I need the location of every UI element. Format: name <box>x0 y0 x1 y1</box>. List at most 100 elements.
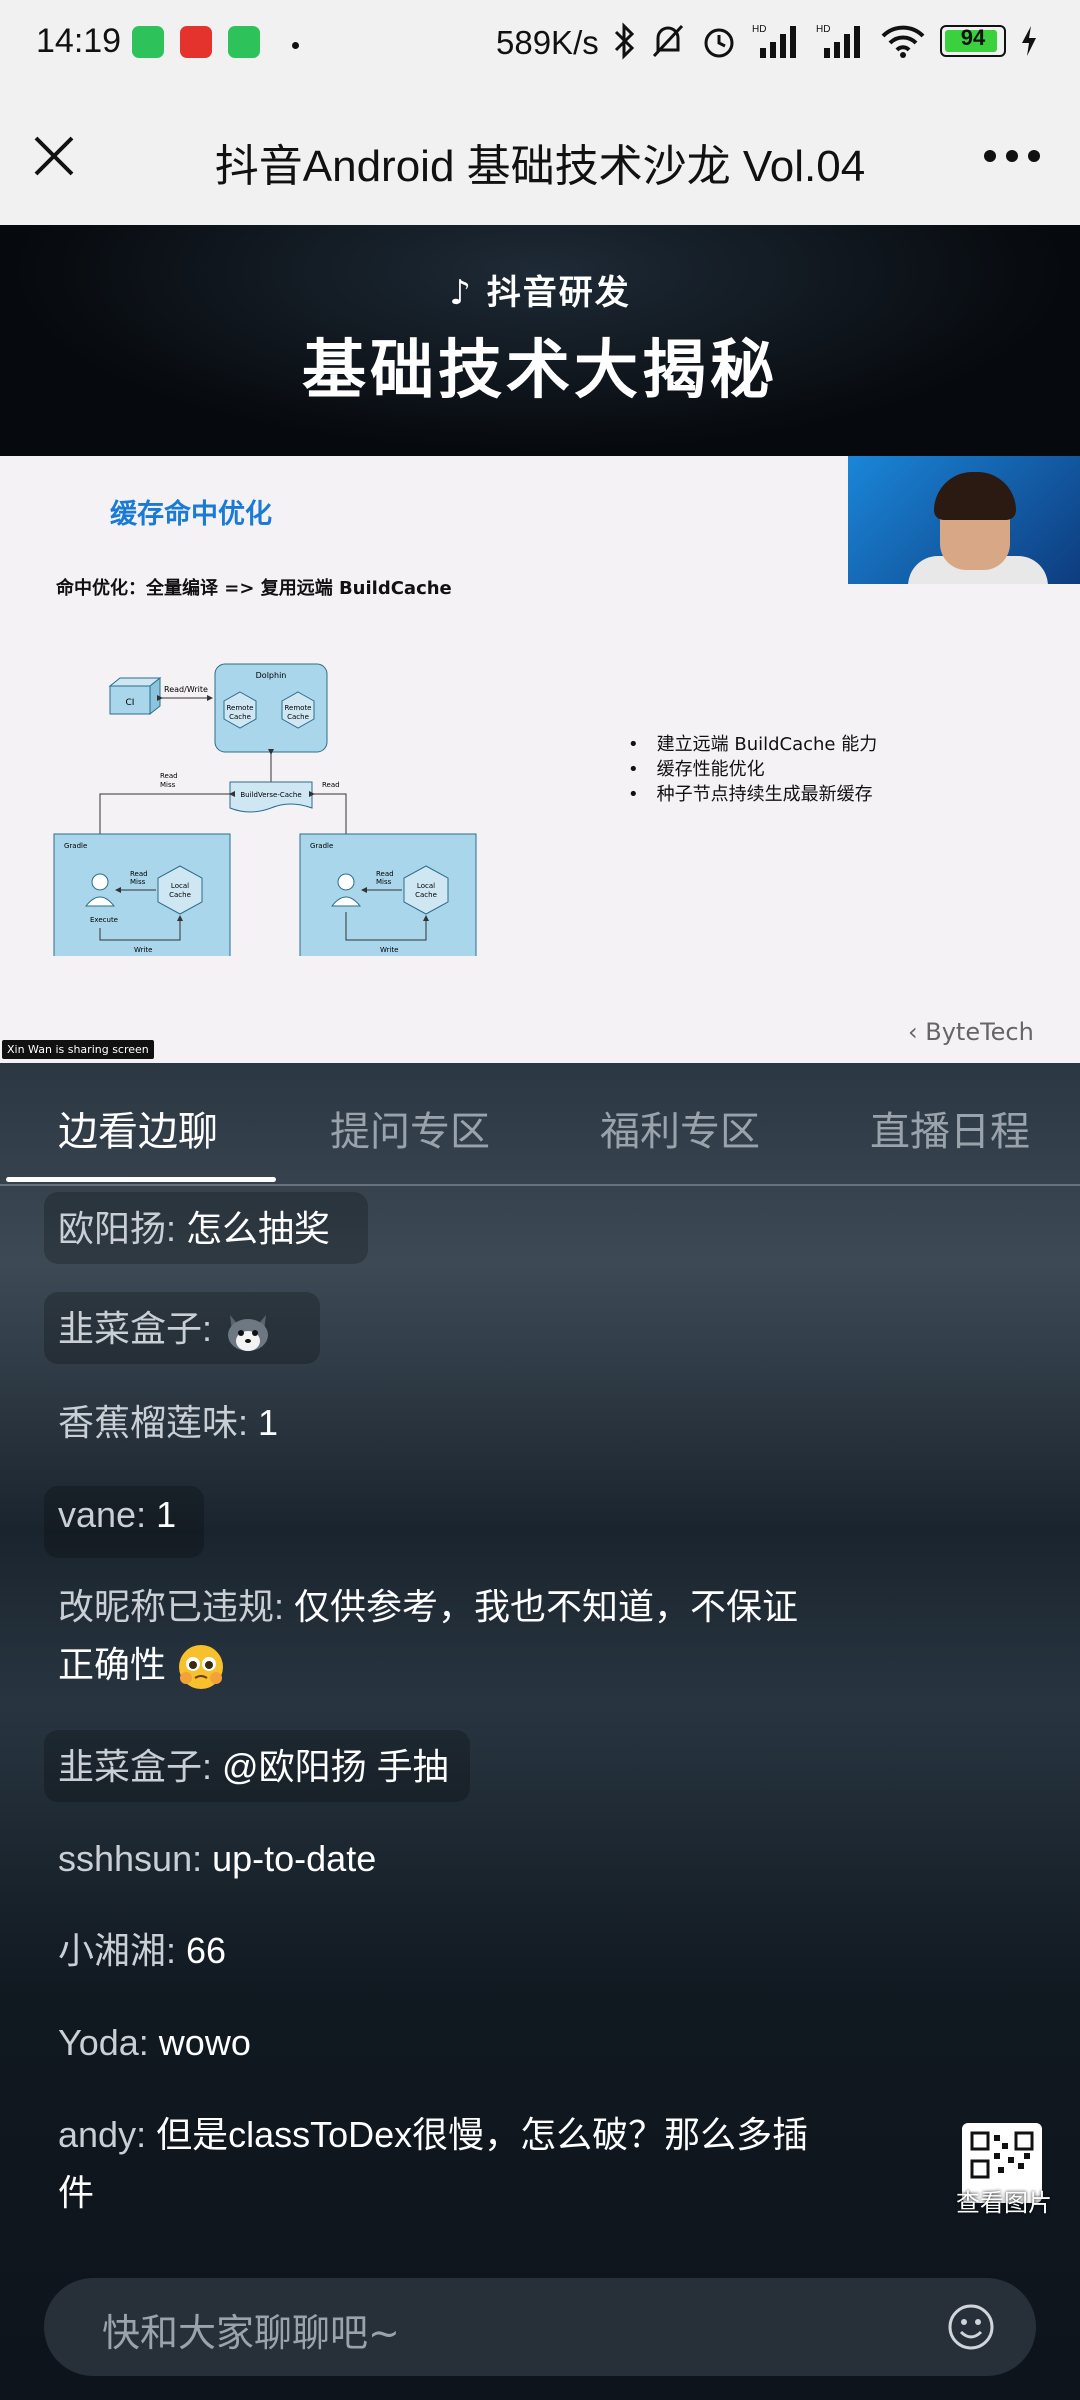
bytetech-logo-icon: ‹ <box>908 1018 926 1046</box>
message-text: 66 <box>186 1930 227 1971</box>
svg-text:Remote: Remote <box>284 704 311 712</box>
alarm-icon <box>704 28 734 58</box>
svg-text:Cache: Cache <box>229 713 251 721</box>
wifi-icon <box>881 25 925 58</box>
qr-code-button[interactable]: 查看图片 <box>956 2123 1052 2217</box>
svg-text:Cache: Cache <box>287 713 309 721</box>
page-title: 抖音Android 基础技术沙龙 Vol.04 <box>214 142 866 191</box>
wechat-app-icon <box>132 26 164 58</box>
tab-divider <box>0 1184 1080 1186</box>
svg-text:Write: Write <box>380 946 398 954</box>
svg-text:Execute: Execute <box>90 916 118 924</box>
slide-bullet: 种子节点持续生成最新缓存 <box>628 782 877 807</box>
chat-message[interactable]: 改昵称已违规: 仅供参考，我也不知道，不保证 正确性 <box>58 1578 858 1694</box>
svg-text:Miss: Miss <box>160 781 176 789</box>
chat-message[interactable]: sshhsun: up-to-date <box>58 1830 376 1888</box>
svg-text:Local: Local <box>417 882 435 890</box>
message-user: vane: <box>58 1494 147 1535</box>
svg-text:Read: Read <box>376 870 394 878</box>
svg-text:Local: Local <box>171 882 189 890</box>
chat-message[interactable]: 香蕉榴莲味: 1 <box>58 1394 278 1452</box>
tab-welfare[interactable]: 福利专区 <box>600 1099 760 1157</box>
chat-message[interactable]: andy: 但是classToDex很慢，怎么破？那么多插 件 <box>58 2106 878 2222</box>
build-cache-diagram: CI Read/Write Dolphin Remote Cache Remot… <box>53 663 477 956</box>
tiktok-logo-icon: ♪ <box>449 273 487 313</box>
message-user: Yoda: <box>58 2022 149 2063</box>
svg-text:Remote: Remote <box>226 704 253 712</box>
status-time: 14:19 <box>36 22 122 60</box>
signal-hd-icon: HD <box>752 24 796 58</box>
slide-bullet: 建立远端 BuildCache 能力 <box>628 732 878 757</box>
chat-message[interactable]: 欧阳扬: 怎么抽奖 <box>58 1200 330 1258</box>
slide-bullet-list: 建立远端 BuildCache 能力 缓存性能优化 种子节点持续生成最新缓存 <box>628 732 878 807</box>
svg-text:Write: Write <box>134 946 152 954</box>
charging-icon <box>1022 26 1036 56</box>
message-text: up-to-date <box>212 1838 377 1879</box>
slide-bullet: 缓存性能优化 <box>628 757 877 782</box>
message-text: 1 <box>156 1494 177 1535</box>
phone-app-icon <box>228 26 260 58</box>
tab-schedule[interactable]: 直播日程 <box>870 1099 1030 1157</box>
message-user: 改昵称已违规: <box>58 1586 285 1627</box>
chat-message[interactable]: 小湘湘: 66 <box>58 1922 226 1980</box>
message-user: 欧阳扬: <box>58 1208 177 1249</box>
message-user: 韭菜盒子: <box>58 1746 213 1787</box>
message-text-cont: 正确性 <box>58 1644 167 1685</box>
svg-text:HD: HD <box>816 24 830 35</box>
status-bar: 14:19 589K/s HD HD 94 <box>0 0 1080 90</box>
chat-message[interactable]: Yoda: wowo <box>58 2014 251 2072</box>
svg-text:Read: Read <box>130 870 148 878</box>
chat-input-field[interactable]: 快和大家聊聊吧~ <box>44 2278 1036 2376</box>
pleading-emoji-icon <box>179 1645 224 1690</box>
diagram-dolphin-label: Dolphin <box>256 671 287 680</box>
more-options-icon[interactable] <box>984 150 1040 166</box>
message-text: 仅供参考，我也不知道，不保证 <box>294 1586 799 1627</box>
diagram-ci-label: CI <box>126 698 135 708</box>
banner-subtitle: ♪ 抖音研发 <box>449 273 631 313</box>
bytetech-logo: ‹ ByteTech <box>908 1018 1034 1046</box>
message-user: andy: <box>58 2114 147 2155</box>
live-banner: ♪ 抖音研发 基础技术大揭秘 <box>0 225 1080 456</box>
message-text: 怎么抽奖 <box>186 1208 331 1249</box>
message-text: 1 <box>258 1402 279 1443</box>
slide-title: 缓存命中优化 <box>110 499 272 530</box>
message-text: 但是classToDex很慢，怎么破？那么多插 <box>156 2114 809 2155</box>
network-speed: 589K/s <box>496 24 599 61</box>
message-user: sshhsun: <box>58 1838 203 1879</box>
emoji-picker-icon[interactable] <box>946 2302 996 2352</box>
chat-message[interactable]: vane: 1 <box>58 1486 176 1544</box>
sharing-notice: Xin Wan is sharing screen <box>2 1040 154 1059</box>
banner-title: 基础技术大揭秘 <box>302 334 778 408</box>
battery-indicator: 94 <box>940 25 1006 57</box>
shared-screen-video[interactable]: 缓存命中优化 命中优化：全量编译 => 复用远端 BuildCache CI R… <box>0 456 1080 1063</box>
svg-text:HD: HD <box>752 24 766 35</box>
svg-text:Read: Read <box>160 772 178 780</box>
slide-subtitle: 命中优化：全量编译 => 复用远端 BuildCache <box>56 578 452 599</box>
diagram-read-label: Read <box>322 781 340 789</box>
svg-text:Gradle: Gradle <box>310 842 333 850</box>
message-user: 韭菜盒子: <box>58 1308 213 1349</box>
husky-emoji-icon <box>228 1315 269 1352</box>
tab-chat[interactable]: 边看边聊 <box>58 1099 218 1157</box>
message-text: @欧阳扬 手抽 <box>222 1746 449 1787</box>
dot-indicator <box>292 42 299 49</box>
svg-text:Miss: Miss <box>376 878 392 886</box>
svg-text:Miss: Miss <box>130 878 146 886</box>
chat-message[interactable]: 韭菜盒子: <box>58 1300 274 1358</box>
signal-hd-icon: HD <box>816 24 860 58</box>
mail-app-icon <box>180 26 212 58</box>
chat-message[interactable]: 韭菜盒子: @欧阳扬 手抽 <box>58 1738 449 1796</box>
speaker-camera-thumbnail[interactable] <box>848 456 1080 584</box>
chat-input-placeholder: 快和大家聊聊吧~ <box>102 2311 400 2355</box>
diagram-buildverse-label: BuildVerse-Cache <box>240 791 301 799</box>
message-text-cont: 件 <box>58 2172 95 2213</box>
tab-questions[interactable]: 提问专区 <box>330 1099 490 1157</box>
tab-bar: 边看边聊 提问专区 福利专区 直播日程 <box>0 1063 1080 1187</box>
bluetooth-icon <box>614 22 635 60</box>
top-nav-bar: 抖音Android 基础技术沙龙 Vol.04 <box>0 90 1080 225</box>
qr-code-icon <box>970 2131 1034 2179</box>
battery-level: 94 <box>960 25 986 50</box>
diagram-readwrite-label: Read/Write <box>164 685 208 694</box>
active-tab-indicator <box>6 1177 276 1182</box>
svg-text:Cache: Cache <box>169 891 191 899</box>
